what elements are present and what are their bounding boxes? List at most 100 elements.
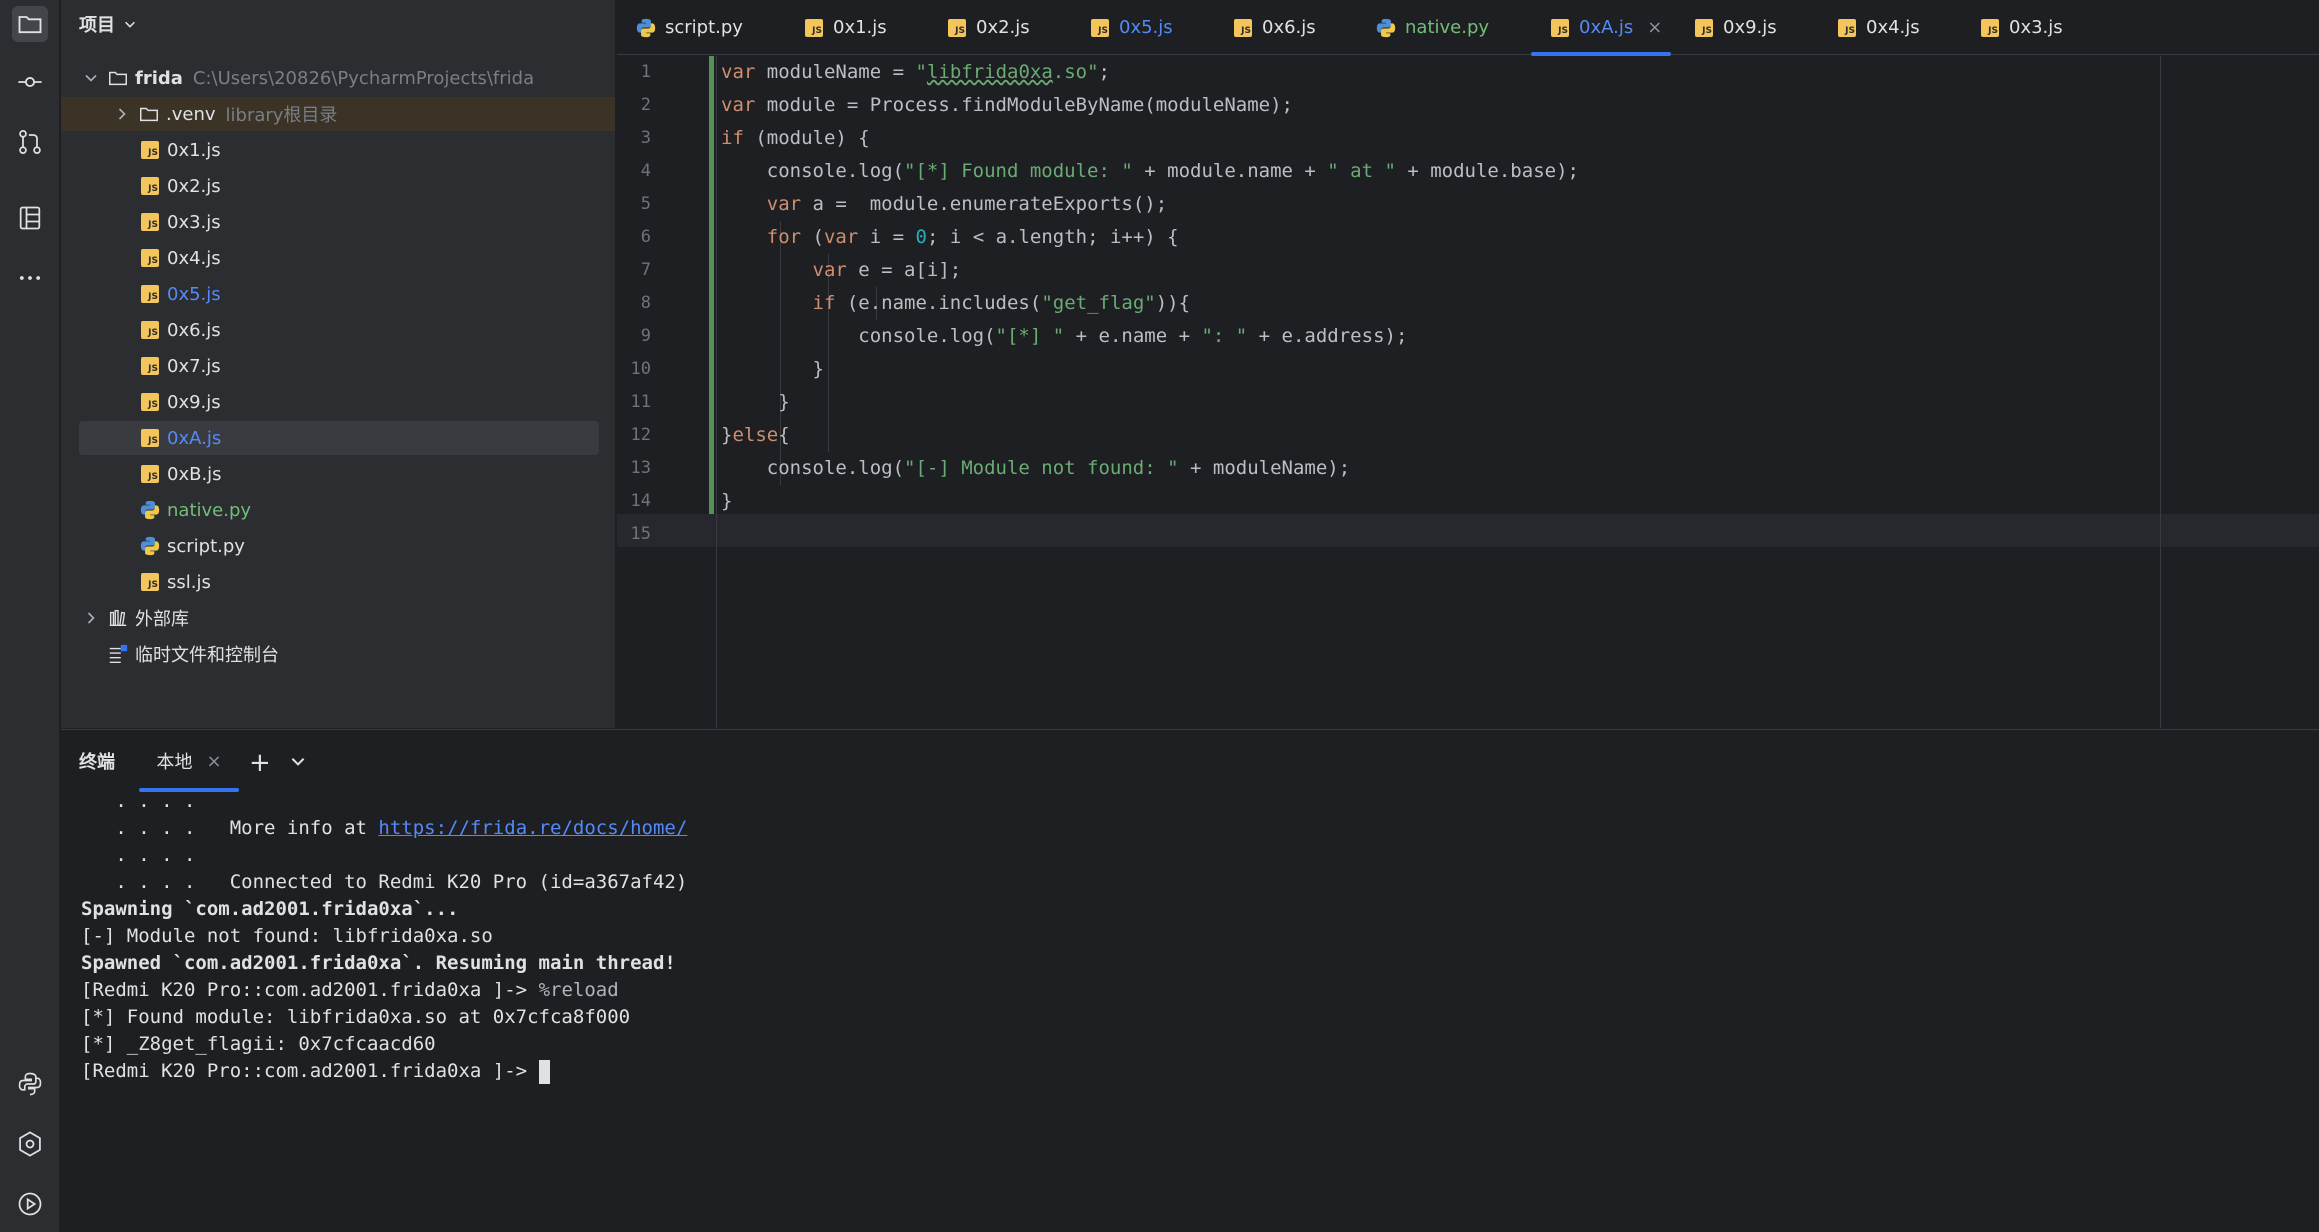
editor-tab[interactable]: JS 0x4.js: [1818, 0, 1953, 55]
javascript-file-icon: JS: [139, 319, 161, 341]
tree-item-external-libraries[interactable]: 外部库: [83, 601, 599, 635]
terminal-output[interactable]: . . . . . . . . More info at https://fri…: [81, 788, 2319, 1085]
tree-item-file[interactable]: JS 0x3.js: [79, 205, 599, 239]
more-tool-windows-button[interactable]: [12, 260, 48, 296]
editor-tab[interactable]: JS 0x1.js: [785, 0, 920, 55]
line-number: 5: [640, 194, 651, 214]
tree-item-scratches[interactable]: 临时文件和控制台: [83, 637, 599, 671]
line-number: 14: [630, 491, 651, 511]
python-file-icon: [635, 17, 657, 39]
chevron-right-icon[interactable]: [83, 610, 99, 626]
python-console-icon: [18, 1072, 42, 1096]
code-line: console.log("[*] " + e.name + ": " + e.a…: [721, 320, 1407, 353]
code-line: console.log("[-] Module not found: " + m…: [721, 452, 1350, 485]
terminal-line: [-] Module not found: libfrida0xa.so: [81, 923, 2319, 950]
code-line: }: [721, 386, 789, 419]
terminal-text: . . . .: [81, 844, 196, 866]
tree-item-file[interactable]: JS 0x6.js: [79, 313, 599, 347]
code-token: if: [812, 292, 836, 314]
tree-item-file[interactable]: JS 0x5.js: [79, 277, 599, 311]
line-number-gutter[interactable]: 1 2 3 4 5 6 7 8 9 10 11 12 13 14 15: [617, 56, 717, 728]
code-token: moduleName =: [755, 61, 916, 83]
left-toolbar: [0, 0, 60, 1232]
code-token: ": ": [1201, 325, 1248, 347]
terminal-text: Spawning `com.ad2001.frida0xa`...: [81, 898, 459, 920]
terminal-text: %reload: [538, 979, 619, 1001]
terminal-line: [Redmi K20 Pro::com.ad2001.frida0xa ]-> …: [81, 977, 2319, 1004]
scratches-icon: [107, 643, 129, 665]
editor-tab[interactable]: JS 0x5.js: [1071, 0, 1206, 55]
pull-requests-tool-button[interactable]: [12, 124, 48, 160]
folder-icon: [107, 67, 129, 89]
commit-tool-button[interactable]: [12, 64, 48, 100]
code-token: }: [721, 358, 824, 380]
tree-item-file[interactable]: JS 0x4.js: [79, 241, 599, 275]
terminal-tab-local[interactable]: 本地 ×: [139, 730, 239, 792]
pull-request-icon: [19, 130, 41, 154]
code-token: "[*] Found module: ": [904, 160, 1133, 182]
line-number: 12: [630, 425, 651, 445]
python-console-button[interactable]: [12, 1066, 48, 1102]
javascript-file-icon: JS: [946, 17, 968, 39]
editor-tab[interactable]: JS 0x3.js: [1961, 0, 2096, 55]
chevron-right-icon[interactable]: [114, 106, 130, 122]
editor-tab[interactable]: JS 0x9.js: [1675, 0, 1810, 55]
code-line: }: [721, 353, 824, 386]
terminal-line: . . . . More info at https://frida.re/do…: [81, 815, 2319, 842]
code-token: (e.name.includes(: [835, 292, 1042, 314]
chevron-down-icon[interactable]: [289, 752, 307, 770]
javascript-file-icon: JS: [139, 391, 161, 413]
new-terminal-button[interactable]: +: [249, 748, 271, 778]
code-line: if (module) {: [721, 122, 870, 155]
tree-item-file[interactable]: JS 0x9.js: [79, 385, 599, 419]
external-libraries-label: 外部库: [135, 609, 189, 630]
terminal-line: [*] _Z8get_flagii: 0x7cfcaacd60: [81, 1031, 2319, 1058]
editor-tab[interactable]: JS 0x2.js: [928, 0, 1063, 55]
tree-item-file[interactable]: JS 0x2.js: [79, 169, 599, 203]
line-number: 1: [640, 62, 651, 82]
code-token: + module.name +: [1132, 160, 1328, 182]
tree-item-file[interactable]: JS 0x1.js: [79, 133, 599, 167]
line-number: 4: [640, 161, 651, 181]
docs-link[interactable]: https://frida.re/docs/home/: [378, 817, 687, 839]
code-line: var moduleName = "libfrida0xa.so";: [721, 56, 1110, 89]
tree-item-file[interactable]: JS 0x7.js: [79, 349, 599, 383]
terminal-text: [-] Module not found: libfrida0xa.so: [81, 925, 493, 947]
tree-item-file[interactable]: JS 0xB.js: [79, 457, 599, 491]
javascript-file-icon: JS: [1232, 17, 1254, 39]
project-tool-button[interactable]: [12, 6, 48, 42]
code-line: for (var i = 0; i < a.length; i++) {: [721, 221, 1179, 254]
javascript-file-icon: JS: [139, 247, 161, 269]
current-line-highlight: [617, 514, 2319, 547]
scratches-label: 临时文件和控制台: [135, 645, 279, 666]
javascript-file-icon: JS: [139, 427, 161, 449]
terminal-header: 终端: [61, 730, 2319, 792]
tree-item-file[interactable]: native.py: [79, 493, 599, 527]
tree-item-venv[interactable]: .venv library根目录: [61, 97, 615, 131]
editor-tab[interactable]: native.py: [1357, 0, 1522, 55]
run-tool-button[interactable]: [12, 1186, 48, 1222]
project-view-selector[interactable]: 项目: [61, 0, 615, 48]
close-icon[interactable]: ×: [206, 751, 221, 772]
code-token: var: [721, 61, 756, 83]
tree-item-file[interactable]: script.py: [79, 529, 599, 563]
tree-item-file[interactable]: JS ssl.js: [79, 565, 599, 599]
code-editor[interactable]: 1 2 3 4 5 6 7 8 9 10 11 12 13 14 15 var moduleName = "…: [617, 56, 2319, 728]
vcs-change-marker[interactable]: [709, 56, 714, 514]
close-icon[interactable]: ×: [1647, 17, 1662, 38]
line-number: 6: [640, 227, 651, 247]
services-tool-button[interactable]: [12, 1126, 48, 1162]
editor-tab[interactable]: JS 0xA.js ×: [1531, 0, 1671, 56]
structure-tool-button[interactable]: [12, 200, 48, 236]
terminal-line: [*] Found module: libfrida0xa.so at 0x7c…: [81, 1004, 2319, 1031]
file-name: native.py: [167, 499, 252, 521]
tree-item-file[interactable]: JS 0xA.js: [79, 421, 599, 455]
editor-tab[interactable]: JS 0x6.js: [1214, 0, 1349, 55]
editor-tab[interactable]: script.py: [617, 0, 777, 55]
chevron-down-icon[interactable]: [83, 70, 99, 86]
code-token: }: [721, 490, 733, 512]
tree-root-frida[interactable]: frida C:\Users\20826\PycharmProjects\fri…: [83, 61, 599, 95]
code-token: console.log(: [721, 457, 905, 479]
code-token: "[*] ": [995, 325, 1065, 347]
code-token: + e.address);: [1247, 325, 1408, 347]
